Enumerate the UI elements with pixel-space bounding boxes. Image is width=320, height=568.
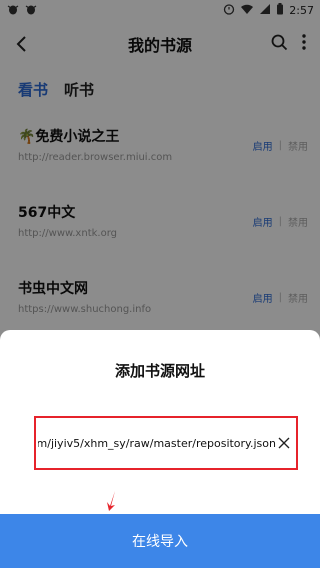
clear-button[interactable] xyxy=(276,435,292,451)
import-online-button[interactable]: 在线导入 xyxy=(0,514,320,568)
url-field[interactable] xyxy=(34,416,298,470)
add-source-dialog: 添加书源网址 在线导入 xyxy=(0,330,320,568)
url-input[interactable] xyxy=(36,436,276,450)
arrow-pointer-icon xyxy=(107,491,115,511)
close-icon xyxy=(278,437,290,449)
dialog-title: 添加书源网址 xyxy=(114,362,205,380)
